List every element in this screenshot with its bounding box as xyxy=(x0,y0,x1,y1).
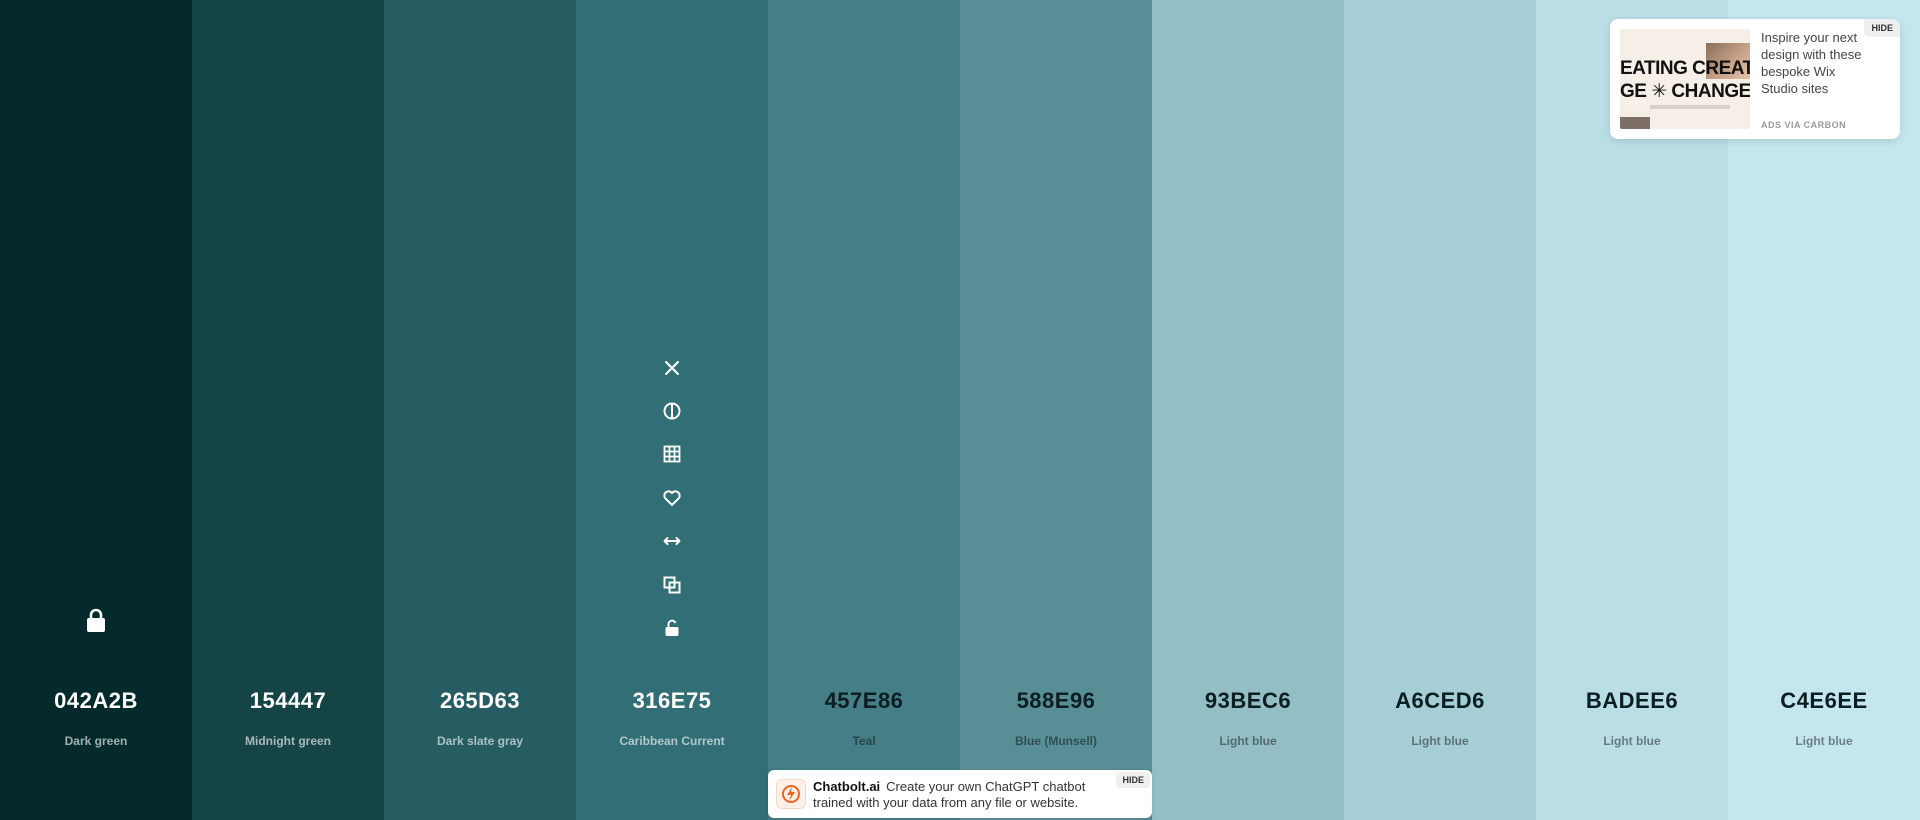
swatch-hex[interactable]: C4E6EE xyxy=(1728,688,1920,714)
ad-hide-button[interactable]: HIDE xyxy=(1864,19,1900,37)
swatch-hex[interactable]: A6CED6 xyxy=(1344,688,1536,714)
banner-text[interactable]: Chatbolt.ai Create your own ChatGPT chatb… xyxy=(813,779,1113,811)
chatbolt-logo-icon xyxy=(776,779,806,809)
lock-icon[interactable] xyxy=(84,607,108,633)
swatch-name[interactable]: Light blue xyxy=(1152,734,1344,748)
ad-image-text-line2: GE ✳ CHANGE xyxy=(1620,81,1750,102)
carbon-ad[interactable]: EATING CREAT GE ✳ CHANGE Inspire your ne… xyxy=(1610,19,1900,139)
chatbolt-banner[interactable]: Chatbolt.ai Create your own ChatGPT chatb… xyxy=(768,770,1152,818)
swatch-hex[interactable]: 588E96 xyxy=(960,688,1152,714)
heart-icon[interactable] xyxy=(656,476,688,519)
swatch-hex[interactable]: 316E75 xyxy=(576,688,768,714)
swatch-name[interactable]: Dark slate gray xyxy=(384,734,576,748)
swatch-5[interactable]: 457E86 Teal xyxy=(768,0,960,820)
swatch-8[interactable]: A6CED6 Light blue xyxy=(1344,0,1536,820)
swatch-name[interactable]: Teal xyxy=(768,734,960,748)
ad-image[interactable]: EATING CREAT GE ✳ CHANGE xyxy=(1620,29,1750,129)
swatch-name[interactable]: Light blue xyxy=(1344,734,1536,748)
swatch-name[interactable]: Blue (Munsell) xyxy=(960,734,1152,748)
ad-image-caption xyxy=(1650,105,1730,109)
swatch-toolbar xyxy=(656,346,688,650)
swatch-hex[interactable]: 265D63 xyxy=(384,688,576,714)
swatch-hex[interactable]: 154447 xyxy=(192,688,384,714)
swatch-name[interactable]: Light blue xyxy=(1728,734,1920,748)
swatch-name[interactable]: Dark green xyxy=(0,734,192,748)
copy-icon[interactable] xyxy=(656,563,688,606)
swatch-2[interactable]: 154447 Midnight green xyxy=(192,0,384,820)
swatch-7[interactable]: 93BEC6 Light blue xyxy=(1152,0,1344,820)
contrast-icon[interactable] xyxy=(656,389,688,432)
banner-brand: Chatbolt.ai xyxy=(813,779,881,794)
drag-arrows-icon[interactable] xyxy=(656,520,688,563)
ad-via-label[interactable]: ADS VIA CARBON xyxy=(1761,120,1846,130)
swatch-name[interactable]: Light blue xyxy=(1536,734,1728,748)
swatch-name[interactable]: Caribbean Current xyxy=(576,734,768,748)
swatch-hex[interactable]: 457E86 xyxy=(768,688,960,714)
swatch-1[interactable]: 042A2B Dark green xyxy=(0,0,192,820)
swatch-hex[interactable]: 93BEC6 xyxy=(1152,688,1344,714)
ad-text[interactable]: Inspire your next design with these besp… xyxy=(1761,29,1871,97)
swatch-hex[interactable]: 042A2B xyxy=(0,688,192,714)
swatch-6[interactable]: 588E96 Blue (Munsell) xyxy=(960,0,1152,820)
swatch-4[interactable]: 316E75 Caribbean Current xyxy=(576,0,768,820)
swatch-3[interactable]: 265D63 Dark slate gray xyxy=(384,0,576,820)
swatch-name[interactable]: Midnight green xyxy=(192,734,384,748)
banner-hide-button[interactable]: HIDE xyxy=(1116,772,1150,788)
ad-image-text-line1: EATING CREAT xyxy=(1620,58,1750,79)
ad-photo-small xyxy=(1620,117,1650,129)
unlock-icon[interactable] xyxy=(656,606,688,649)
swatch-hex[interactable]: BADEE6 xyxy=(1536,688,1728,714)
close-icon[interactable] xyxy=(656,346,688,389)
shades-grid-icon[interactable] xyxy=(656,433,688,476)
